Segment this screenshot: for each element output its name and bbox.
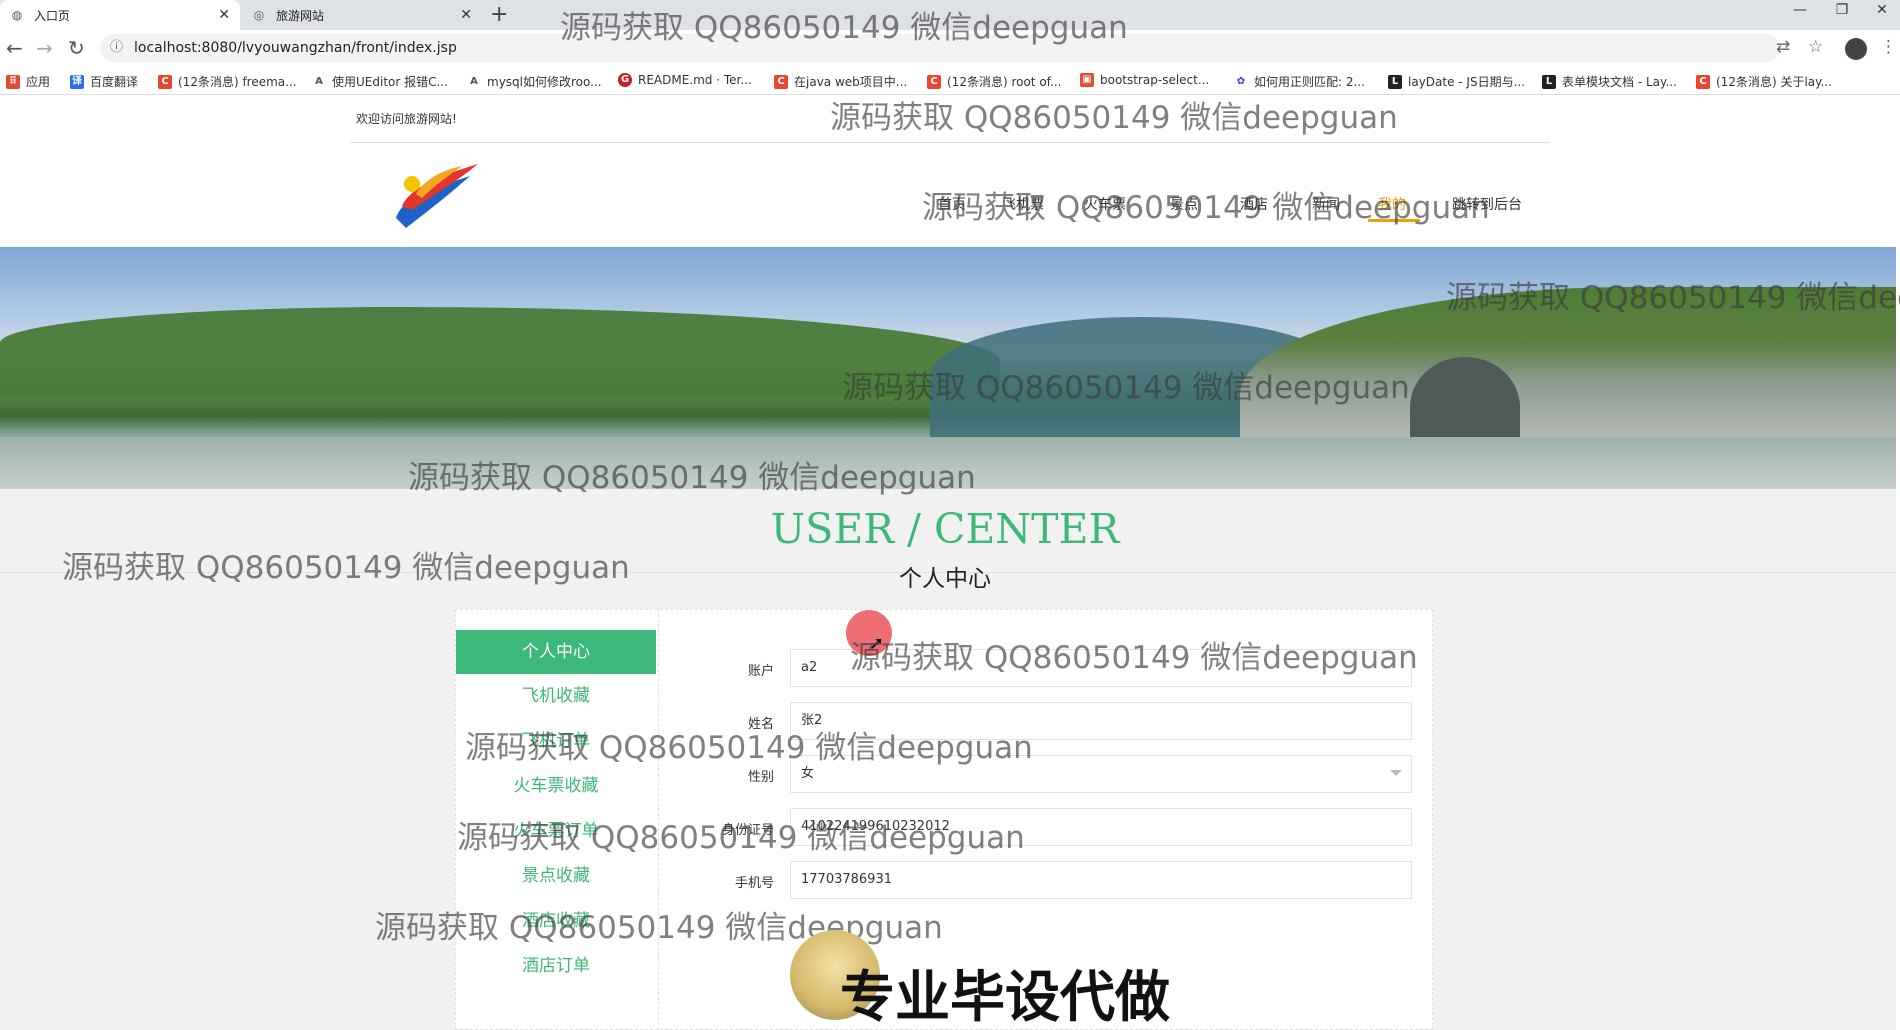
chevron-down-icon[interactable] — [1390, 770, 1402, 776]
menu-dots-icon[interactable]: ⋮ — [1880, 37, 1897, 57]
bookmark-item[interactable]: 译百度翻译 — [70, 73, 138, 90]
watermark: 源码获取 QQ86050149 微信deepguan — [465, 730, 1033, 766]
bookmark-item[interactable]: C (12条消息) 关于lay... — [1696, 73, 1832, 90]
bookmarks-bar: ⠿ 应用 译百度翻译 C (12条消息) freema... A 使用UEditor … — [0, 67, 1900, 95]
sidebar-item-profile[interactable]: 个人中心 — [456, 630, 656, 674]
star-icon[interactable]: ☆ — [1808, 37, 1823, 57]
watermark: 源码获取 QQ86050149 微信deepguan — [830, 100, 1398, 136]
sidebar-item-train-favorites[interactable]: 火车票收藏 — [456, 764, 656, 808]
bookmark-item[interactable]: A 使用UEditor 报错C... — [312, 73, 448, 90]
phone-label: 手机号 — [734, 876, 774, 891]
bookmark-item[interactable]: Amysql如何修改roo... — [467, 73, 602, 90]
ad-overlay: 专业毕设代做 — [790, 930, 1190, 1030]
sidebar-item-scenic-favorites[interactable]: 景点收藏 — [456, 854, 656, 898]
bookmark-icon: A — [467, 74, 481, 89]
sidebar-item-hotel-orders[interactable]: 酒店订单 — [456, 944, 656, 988]
header-divider — [350, 142, 1550, 143]
browser-tab-site[interactable]: ◎ 旅游网站 ✕ — [242, 0, 482, 30]
bookmark-item[interactable]: C 在java web项目中... — [774, 73, 907, 90]
translate-icon[interactable]: ⇄ — [1776, 37, 1790, 57]
close-icon[interactable]: ✕ — [218, 7, 230, 23]
baidu-translate-icon: 译 — [70, 74, 84, 89]
watermark: 源码获取 QQ86050149 微信deepguan — [560, 10, 1128, 46]
welcome-text: 欢迎访问旅游网站! — [356, 112, 457, 126]
bookmark-item[interactable]: ⠿ 应用 — [6, 73, 50, 90]
bookmark-icon: A — [312, 74, 326, 89]
watermark: 源码获取 QQ86050149 微信deepguan — [62, 550, 630, 586]
info-icon[interactable]: ⓘ — [110, 34, 123, 62]
gender-label: 性别 — [747, 770, 774, 785]
site-logo[interactable] — [392, 158, 484, 230]
bookmark-item[interactable]: L 表单模块文档 - Lay... — [1542, 73, 1677, 90]
csdn-icon: C — [774, 74, 788, 89]
csdn-icon: C — [1696, 74, 1710, 89]
bookmark-item[interactable]: C (12条消息) freema... — [158, 73, 297, 90]
close-icon[interactable]: ✕ — [460, 7, 472, 23]
watermark: 源码获取 QQ86050149 微信deepguan — [1446, 280, 1900, 316]
restore-button[interactable]: ❐ — [1822, 2, 1862, 18]
bookmark-item[interactable]: LlayDate - JS日期与... — [1388, 73, 1525, 90]
tab-title: 入口页 — [34, 8, 71, 23]
reload-icon[interactable]: ↻ — [68, 36, 85, 60]
phone-field[interactable]: 17703786931 — [790, 861, 1412, 899]
bookmark-item[interactable]: ▣ bootstrap-select... — [1080, 73, 1209, 87]
minimize-button[interactable]: — — [1780, 2, 1820, 18]
baidu-icon: ✿ — [1234, 74, 1248, 89]
bookmark-item[interactable]: C (12条消息) root of... — [927, 73, 1061, 90]
watermark: 源码获取 QQ86050149 微信deepguan — [850, 640, 1418, 676]
browser-tab-home[interactable]: ◍ 入口页 ✕ — [0, 0, 240, 30]
url-text: localhost:8080/lvyouwangzhan/front/index… — [134, 40, 457, 56]
apps-icon: ⠿ — [6, 74, 20, 89]
tab-title: 旅游网站 — [276, 8, 325, 23]
globe-icon: ◎ — [253, 8, 265, 22]
new-tab-button[interactable]: + — [490, 2, 508, 27]
account-label: 账户 — [747, 664, 774, 679]
csdn-icon: C — [927, 74, 941, 89]
watermark: 源码获取 QQ86050149 微信deepguan — [922, 190, 1490, 226]
csdn-icon: C — [158, 74, 172, 89]
globe-icon: ◍ — [11, 8, 23, 22]
gitee-icon: G — [618, 73, 632, 87]
ad-text: 专业毕设代做 — [840, 965, 1171, 1029]
back-arrow-icon[interactable]: ← — [6, 36, 23, 60]
layui-icon: L — [1542, 74, 1556, 89]
profile-avatar-icon[interactable] — [1845, 38, 1867, 60]
bookmark-item[interactable]: ✿ 如何用正则匹配: 2... — [1234, 73, 1365, 90]
bookmark-icon: ▣ — [1080, 73, 1094, 87]
sidebar-item-flight-favorites[interactable]: 飞机收藏 — [456, 674, 656, 718]
forward-arrow-icon[interactable]: → — [36, 36, 53, 60]
watermark: 源码获取 QQ86050149 微信deepguan — [842, 370, 1410, 406]
watermark: 源码获取 QQ86050149 微信deepguan — [457, 820, 1025, 856]
watermark: 源码获取 QQ86050149 微信deepguan — [408, 460, 976, 496]
bookmark-item[interactable]: G README.md · Ter... — [618, 73, 752, 87]
window-close-button[interactable]: ✕ — [1862, 2, 1900, 18]
layui-icon: L — [1388, 74, 1402, 89]
